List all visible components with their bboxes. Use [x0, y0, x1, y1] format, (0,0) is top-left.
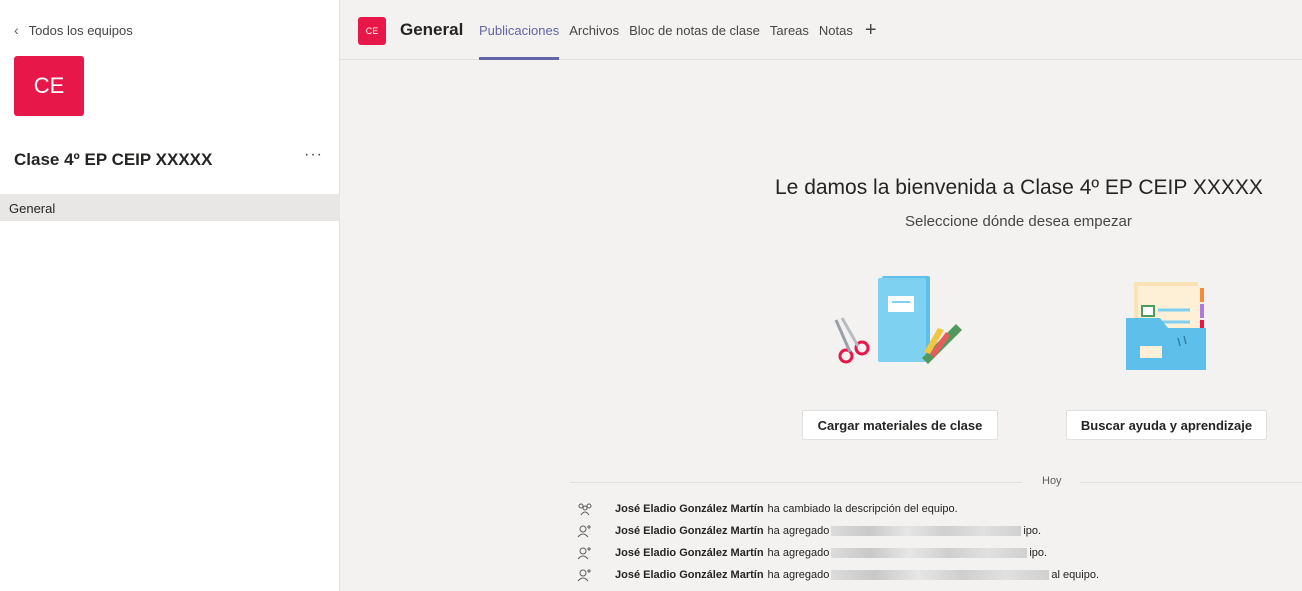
tab-bloc-de-notas[interactable]: Bloc de notas de clase — [629, 0, 760, 60]
back-label: Todos los equipos — [28, 22, 133, 38]
list-item: José Eladio González Martín ha agregado … — [575, 520, 1302, 542]
feed-suffix: al equipo. — [1051, 569, 1100, 581]
activity-feed: José Eladio González Martín ha cambiado … — [575, 498, 1302, 586]
tab-publicaciones[interactable]: Publicaciones — [479, 0, 560, 60]
add-person-icon — [575, 523, 595, 539]
feed-action: ha cambiado la descripción del equipo. — [767, 503, 958, 515]
chevron-left-icon: ‹ — [14, 22, 19, 38]
list-item: José Eladio González Martín ha cambiado … — [575, 498, 1302, 520]
list-item: José Eladio González Martín ha agregado … — [575, 542, 1302, 564]
add-person-icon — [575, 567, 595, 583]
channel-pane: CE General Publicaciones Archivos Bloc d… — [340, 0, 1302, 591]
team-name: Clase 4º EP CEIP XXXXX — [14, 150, 213, 169]
feed-user: José Eladio González Martín — [615, 547, 764, 559]
add-person-icon — [575, 545, 595, 561]
feed-user: José Eladio González Martín — [615, 503, 764, 515]
redacted-name — [831, 548, 1028, 558]
feed-action: ha agregado — [767, 569, 830, 581]
day-divider-left — [570, 482, 1022, 483]
team-pane: ‹ Todos los equipos CE Clase 4º EP CEIP … — [0, 0, 340, 591]
feed-suffix: ipo. — [1023, 525, 1042, 537]
feed-user: José Eladio González Martín — [615, 569, 764, 581]
channel-label: General — [9, 201, 56, 216]
channel-item-general[interactable]: General — [0, 194, 340, 221]
channel-avatar: CE — [358, 17, 386, 45]
channel-title: General — [400, 20, 464, 39]
welcome-subtitle: Seleccione dónde desea empezar — [905, 213, 1132, 230]
feed-user: José Eladio González Martín — [615, 525, 764, 537]
team-icon — [575, 501, 595, 517]
back-to-teams-link[interactable]: ‹ Todos los equipos — [14, 22, 133, 38]
redacted-name — [831, 570, 1050, 580]
feed-action: ha agregado — [767, 525, 830, 537]
day-divider-right — [1080, 482, 1302, 483]
notebook-scissors-illustration — [834, 276, 962, 364]
list-item: José Eladio González Martín ha agregado … — [575, 564, 1302, 586]
welcome-title: Le damos la bienvenida a Clase 4º EP CEI… — [775, 176, 1263, 199]
channel-header: CE General Publicaciones Archivos Bloc d… — [340, 0, 1302, 60]
add-tab-button[interactable]: + — [865, 0, 877, 60]
day-divider-label: Hoy — [1042, 475, 1062, 487]
tab-archivos[interactable]: Archivos — [569, 0, 619, 60]
folder-documents-illustration — [1126, 282, 1206, 370]
more-options-button[interactable]: ··· — [304, 146, 323, 164]
upload-class-materials-button[interactable]: Cargar materiales de clase — [802, 410, 998, 440]
tab-notas[interactable]: Notas — [819, 0, 853, 60]
feed-action: ha agregado — [767, 547, 830, 559]
find-help-button[interactable]: Buscar ayuda y aprendizaje — [1066, 410, 1267, 440]
tab-bar: Publicaciones Archivos Bloc de notas de … — [479, 0, 887, 60]
tab-tareas[interactable]: Tareas — [770, 0, 809, 60]
team-avatar[interactable]: CE — [14, 56, 84, 116]
feed-suffix: ipo. — [1029, 547, 1048, 559]
redacted-name — [831, 526, 1022, 536]
